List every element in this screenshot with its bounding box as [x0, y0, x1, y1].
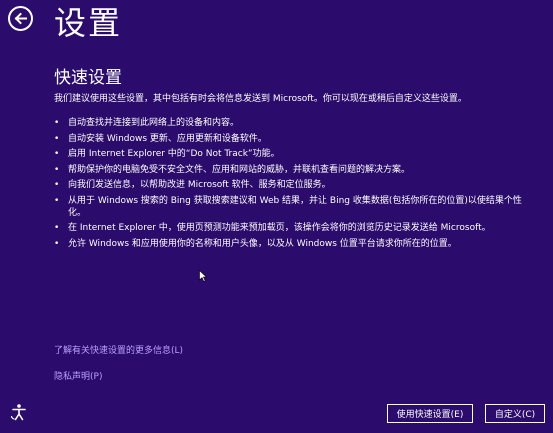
- list-item: • 从用于 Windows 搜索的 Bing 获取搜索建议和 Web 结果，并让 …: [54, 195, 534, 219]
- back-button[interactable]: [8, 6, 33, 31]
- more-info-link[interactable]: 了解有关快速设置的更多信息(L): [54, 343, 183, 356]
- list-item: • 允许 Windows 和应用使用你的名称和用户头像，以及从 Windows 位…: [54, 238, 534, 250]
- list-item: • 自动安装 Windows 更新、应用更新和设备软件。: [54, 133, 534, 145]
- bullet-icon: •: [54, 118, 60, 128]
- list-item-text: 帮助保护你的电脑免受不安全文件、应用和网站的威胁，并联机查看问题的解决方案。: [68, 164, 411, 175]
- customize-button[interactable]: 自定义(C): [485, 404, 545, 423]
- mouse-pointer-icon: [199, 270, 207, 282]
- section-title: 快速设置: [54, 68, 122, 88]
- bullet-icon: •: [54, 149, 60, 159]
- bullet-icon: •: [54, 180, 60, 190]
- list-item-text: 从用于 Windows 搜索的 Bing 获取搜索建议和 Web 结果，并让 B…: [68, 195, 522, 218]
- list-item: • 帮助保护你的电脑免受不安全文件、应用和网站的威胁，并联机查看问题的解决方案。: [54, 164, 534, 176]
- list-item: • 启用 Internet Explorer 中的“Do Not Track”功能…: [54, 148, 534, 160]
- bullet-icon: •: [54, 238, 60, 249]
- settings-list: • 自动查找并连接到此网络上的设备和内容。 • 自动安装 Windows 更新、应用…: [54, 117, 534, 253]
- page-title: 设置: [54, 4, 123, 42]
- privacy-statement-link[interactable]: 隐私声明(P): [54, 369, 102, 382]
- list-item: • 向我们发送信息，以帮助改进 Microsoft 软件、服务和定位服务。: [54, 179, 534, 191]
- bullet-icon: •: [54, 195, 60, 206]
- ease-of-access-icon[interactable]: [10, 403, 28, 421]
- bullet-icon: •: [54, 164, 60, 175]
- list-item-text: 启用 Internet Explorer 中的“Do Not Track”功能。: [68, 149, 280, 159]
- use-express-settings-button[interactable]: 使用快速设置(E): [387, 404, 473, 423]
- back-arrow-icon: [14, 12, 27, 25]
- list-item-text: 在 Internet Explorer 中，使用页预测功能来预加载页，该操作会将…: [68, 223, 491, 233]
- list-item-text: 向我们发送信息，以帮助改进 Microsoft 软件、服务和定位服务。: [68, 180, 331, 190]
- list-item-text: 自动安装 Windows 更新、应用更新和设备软件。: [68, 133, 267, 144]
- bullet-icon: •: [54, 223, 60, 233]
- list-item-text: 允许 Windows 和应用使用你的名称和用户头像，以及从 Windows 位置…: [68, 238, 457, 249]
- intro-text: 我们建议使用这些设置，其中包括有时会将信息发送到 Microsoft。你可以现在…: [54, 94, 467, 104]
- bullet-icon: •: [54, 133, 60, 144]
- list-item-text: 自动查找并连接到此网络上的设备和内容。: [68, 118, 240, 128]
- list-item: • 自动查找并连接到此网络上的设备和内容。: [54, 117, 534, 129]
- list-item: • 在 Internet Explorer 中，使用页预测功能来预加载页，该操作会…: [54, 222, 534, 234]
